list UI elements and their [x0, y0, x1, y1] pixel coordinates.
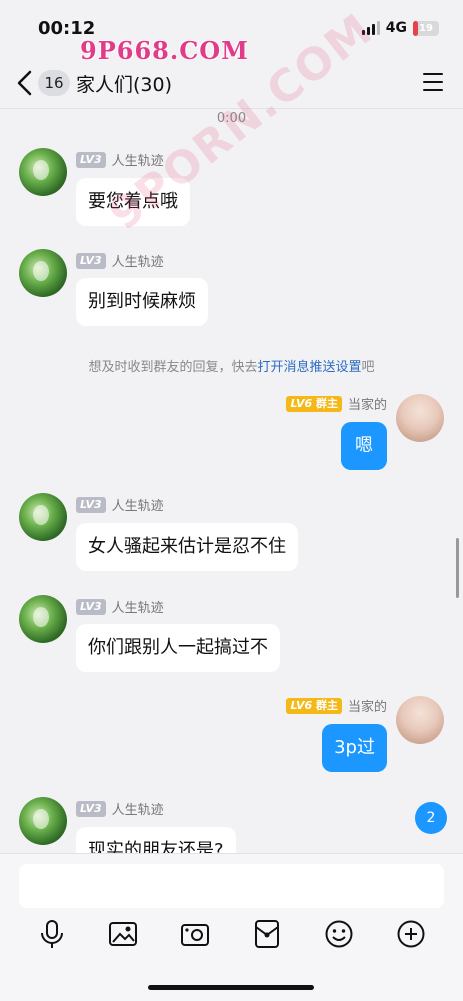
red-packet-icon[interactable] [249, 916, 285, 952]
chat-header: 16 家人们(30) [0, 58, 463, 109]
avatar[interactable] [396, 696, 444, 744]
microphone-icon[interactable] [34, 916, 70, 952]
level-text: LV6 [290, 396, 313, 410]
signal-icon [361, 21, 380, 35]
avatar[interactable] [396, 394, 444, 442]
message-meta: LV3 人生轨迹 [76, 597, 164, 616]
message-meta: LV3 人生轨迹 [76, 150, 164, 169]
input-toolbar [0, 916, 463, 956]
avatar[interactable] [19, 493, 67, 541]
image-icon[interactable] [105, 916, 141, 952]
push-settings-notice: 想及时收到群友的回复，快去打开消息推送设置吧 [0, 356, 463, 375]
push-settings-link[interactable]: 打开消息推送设置 [257, 360, 361, 375]
message-bubble[interactable]: 嗯 [341, 422, 387, 470]
message-bubble[interactable]: 现实的朋友还是? [76, 827, 236, 853]
level-text: LV6 [290, 698, 313, 712]
chat-timestamp: 0:00 [216, 111, 247, 126]
sender-name[interactable]: 人生轨迹 [112, 251, 164, 270]
notice-suffix: 吧 [361, 360, 375, 375]
message-meta: LV6 群主 当家的 [286, 696, 387, 715]
scroll-indicator[interactable] [456, 538, 459, 598]
watermark-top: 9P668.COM [80, 36, 249, 65]
message-meta: LV6 群主 当家的 [286, 394, 387, 413]
avatar[interactable] [19, 249, 67, 297]
level-badge: LV6 群主 [286, 697, 342, 714]
battery-label: 19 [419, 22, 433, 34]
message-bubble[interactable]: 你们跟别人一起搞过不 [76, 624, 280, 672]
emoji-icon[interactable] [321, 916, 357, 952]
status-indicators: 4G 19 [361, 20, 439, 36]
message-bubble[interactable]: 别到时候麻烦 [76, 278, 208, 326]
level-badge: LV6 群主 [286, 395, 342, 412]
message-bubble[interactable]: 要您着点哦 [76, 178, 190, 226]
plus-icon[interactable] [393, 916, 429, 952]
avatar[interactable] [19, 595, 67, 643]
notice-prefix: 想及时收到群友的回复，快去 [88, 360, 258, 375]
level-badge: LV3 [76, 496, 106, 513]
level-badge: LV3 [76, 151, 106, 168]
message-meta: LV3 人生轨迹 [76, 799, 164, 818]
battery-level [413, 20, 418, 36]
group-title[interactable]: 家人们(30) [76, 70, 172, 97]
sender-name[interactable]: 人生轨迹 [112, 150, 164, 169]
level-badge: LV3 [76, 800, 106, 817]
message-meta: LV3 人生轨迹 [76, 251, 164, 270]
owner-role: 群主 [315, 396, 338, 410]
message-input[interactable] [19, 864, 444, 908]
avatar[interactable] [19, 148, 67, 196]
message-bubble[interactable]: 3p过 [322, 724, 387, 772]
level-badge: LV3 [76, 252, 106, 269]
sender-name[interactable]: 当家的 [348, 394, 387, 413]
back-chevron-icon[interactable] [16, 70, 34, 96]
new-message-badge[interactable]: 2 [415, 802, 447, 834]
sender-name[interactable]: 当家的 [348, 696, 387, 715]
home-indicator[interactable] [148, 985, 314, 990]
sender-name[interactable]: 人生轨迹 [112, 597, 164, 616]
camera-icon[interactable] [177, 916, 213, 952]
battery-icon: 19 [413, 20, 439, 36]
message-meta: LV3 人生轨迹 [76, 495, 164, 514]
avatar[interactable] [19, 797, 67, 845]
sender-name[interactable]: 人生轨迹 [112, 495, 164, 514]
unread-count-badge[interactable]: 16 [38, 70, 70, 96]
sender-name[interactable]: 人生轨迹 [112, 799, 164, 818]
level-badge: LV3 [76, 598, 106, 615]
input-panel [0, 853, 463, 1001]
message-bubble[interactable]: 女人骚起来估计是忍不住 [76, 523, 298, 571]
network-label: 4G [385, 20, 407, 36]
menu-icon[interactable] [423, 73, 443, 91]
owner-role: 群主 [315, 698, 338, 712]
chat-area[interactable]: 0:00 LV3 人生轨迹 要您着点哦 LV3 人生轨迹 别到时候麻烦 想及时收… [0, 108, 463, 853]
